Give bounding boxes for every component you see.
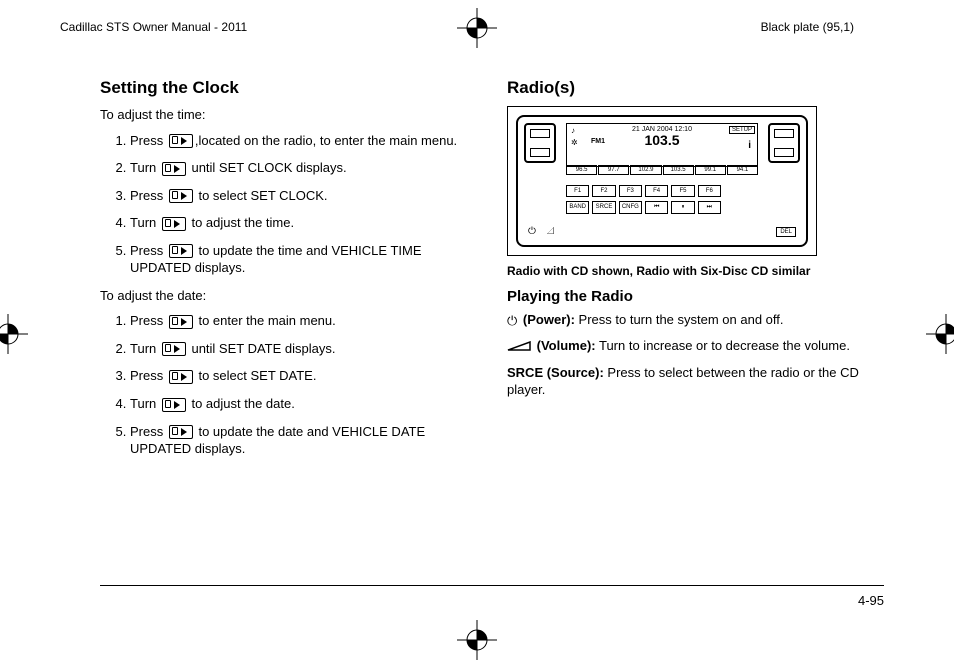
crop-mark-right bbox=[926, 314, 954, 354]
srce-label: SRCE (Source): bbox=[507, 365, 604, 380]
preset-cell: 97.7 bbox=[598, 165, 629, 175]
step-post: to select SET CLOCK. bbox=[195, 188, 328, 203]
crop-mark-left bbox=[0, 314, 28, 354]
step-post: until SET DATE displays. bbox=[188, 341, 336, 356]
radio-display: ♪ ✲ 21 JAN 2004 12:10 FM1 103.5 SETUP i bbox=[566, 123, 758, 167]
tune-select-icon bbox=[169, 315, 193, 329]
step-pre: Press bbox=[130, 188, 167, 203]
step-pre: Press bbox=[130, 368, 167, 383]
step-post: to select SET DATE. bbox=[195, 368, 317, 383]
step-item: Press to enter the main menu. bbox=[130, 312, 477, 330]
step-item: Turn until SET DATE displays. bbox=[130, 340, 477, 358]
tune-select-icon bbox=[169, 425, 193, 439]
heading-playing-radio: Playing the Radio bbox=[507, 288, 884, 305]
time-steps-list: Press ,located on the radio, to enter th… bbox=[100, 132, 477, 277]
date-steps-list: Press to enter the main menu. Turn until … bbox=[100, 312, 477, 457]
tune-select-icon bbox=[169, 189, 193, 203]
step-pre: Turn bbox=[130, 341, 160, 356]
f-button: F1 bbox=[566, 185, 589, 197]
step-pre: Turn bbox=[130, 160, 160, 175]
step-item: Press ,located on the radio, to enter th… bbox=[130, 132, 477, 150]
step-post: ,located on the radio, to enter the main… bbox=[195, 133, 457, 148]
step-post: until SET CLOCK displays. bbox=[188, 160, 347, 175]
gear-icon: ✲ bbox=[571, 138, 578, 147]
control-button: ⏮ bbox=[645, 201, 668, 214]
control-button: SRCE bbox=[592, 201, 615, 214]
header-right: Black plate (95,1) bbox=[761, 20, 854, 34]
step-pre: Press bbox=[130, 424, 167, 439]
volume-text: Turn to increase or to decrease the volu… bbox=[596, 338, 850, 353]
volume-icon bbox=[507, 338, 531, 356]
volume-paragraph: (Volume): Turn to increase or to decreas… bbox=[507, 337, 884, 355]
setup-label: SETUP bbox=[729, 126, 755, 134]
radio-figure: ♪ ✲ 21 JAN 2004 12:10 FM1 103.5 SETUP i … bbox=[507, 106, 817, 256]
note-icon: ♪ bbox=[571, 126, 575, 135]
band-label: FM1 bbox=[591, 138, 605, 145]
heading-radios: Radio(s) bbox=[507, 78, 884, 98]
right-column: Radio(s) ♪ ✲ 21 JAN 2004 12:10 FM1 103.5… bbox=[507, 78, 884, 578]
info-icon: i bbox=[748, 140, 751, 151]
power-paragraph: ⏻ (Power): Press to turn the system on a… bbox=[507, 311, 884, 329]
radio-panel: ♪ ✲ 21 JAN 2004 12:10 FM1 103.5 SETUP i … bbox=[516, 115, 808, 247]
tune-select-icon bbox=[162, 217, 186, 231]
step-pre: Turn bbox=[130, 215, 160, 230]
control-button: BAND bbox=[566, 201, 589, 214]
left-knob bbox=[524, 123, 556, 163]
step-item: Press to update the time and VEHICLE TIM… bbox=[130, 242, 477, 277]
tune-select-icon bbox=[169, 134, 193, 148]
footer-rule bbox=[100, 585, 884, 586]
step-pre: Turn bbox=[130, 396, 160, 411]
step-item: Turn to adjust the time. bbox=[130, 214, 477, 232]
crop-mark-top bbox=[457, 8, 497, 48]
power-icon: ⏻ bbox=[507, 312, 517, 330]
button-row-1: F1F2 F3F4F5 F6 bbox=[566, 185, 721, 197]
step-item: Press to select SET DATE. bbox=[130, 367, 477, 385]
step-post: to adjust the time. bbox=[188, 215, 294, 230]
header-left: Cadillac STS Owner Manual - 2011 bbox=[60, 20, 247, 34]
crop-mark-bottom bbox=[457, 620, 497, 660]
tune-select-icon bbox=[162, 162, 186, 176]
heading-setting-clock: Setting the Clock bbox=[100, 78, 477, 98]
tune-select-icon bbox=[169, 244, 193, 258]
preset-cell: 103.5 bbox=[663, 165, 694, 175]
tune-select-icon bbox=[162, 342, 186, 356]
figure-caption: Radio with CD shown, Radio with Six-Disc… bbox=[507, 264, 884, 278]
tune-select-icon bbox=[169, 370, 193, 384]
f-button: F3 bbox=[619, 185, 642, 197]
step-pre: Press bbox=[130, 133, 167, 148]
f-button: F6 bbox=[698, 185, 721, 197]
preset-cell: 99.1 bbox=[695, 165, 726, 175]
preset-cell: 102.9 bbox=[630, 165, 661, 175]
power-volume-icons: ⏻ ◿ bbox=[528, 226, 559, 237]
control-button: ⏸ bbox=[671, 201, 694, 214]
f-button: F5 bbox=[671, 185, 694, 197]
volume-label: (Volume): bbox=[537, 338, 596, 353]
right-knob bbox=[768, 123, 800, 163]
intro-time: To adjust the time: bbox=[100, 106, 477, 124]
button-row-2: BANDSRCE CNFG⏮⏸ ⏭ bbox=[566, 201, 721, 214]
tune-select-icon bbox=[162, 398, 186, 412]
step-item: Turn to adjust the date. bbox=[130, 395, 477, 413]
power-text: Press to turn the system on and off. bbox=[575, 312, 784, 327]
f-button: F2 bbox=[592, 185, 615, 197]
f-button: F4 bbox=[645, 185, 668, 197]
step-pre: Press bbox=[130, 313, 167, 328]
step-post: to enter the main menu. bbox=[195, 313, 336, 328]
step-post: to adjust the date. bbox=[188, 396, 295, 411]
del-button: DEL bbox=[776, 227, 796, 237]
step-item: Turn until SET CLOCK displays. bbox=[130, 159, 477, 177]
left-column: Setting the Clock To adjust the time: Pr… bbox=[100, 78, 477, 578]
power-label: (Power): bbox=[523, 312, 575, 327]
preset-cell: 96.5 bbox=[566, 165, 597, 175]
preset-row: 96.597.7102.9103.599.194.1 bbox=[566, 165, 758, 175]
page-number: 4-95 bbox=[858, 593, 884, 608]
step-item: Press to select SET CLOCK. bbox=[130, 187, 477, 205]
intro-date: To adjust the date: bbox=[100, 287, 477, 305]
srce-paragraph: SRCE (Source): Press to select between t… bbox=[507, 364, 884, 399]
control-button: ⏭ bbox=[698, 201, 721, 214]
preset-cell: 94.1 bbox=[727, 165, 758, 175]
step-pre: Press bbox=[130, 243, 167, 258]
step-item: Press to update the date and VEHICLE DAT… bbox=[130, 423, 477, 458]
control-button: CNFG bbox=[619, 201, 642, 214]
